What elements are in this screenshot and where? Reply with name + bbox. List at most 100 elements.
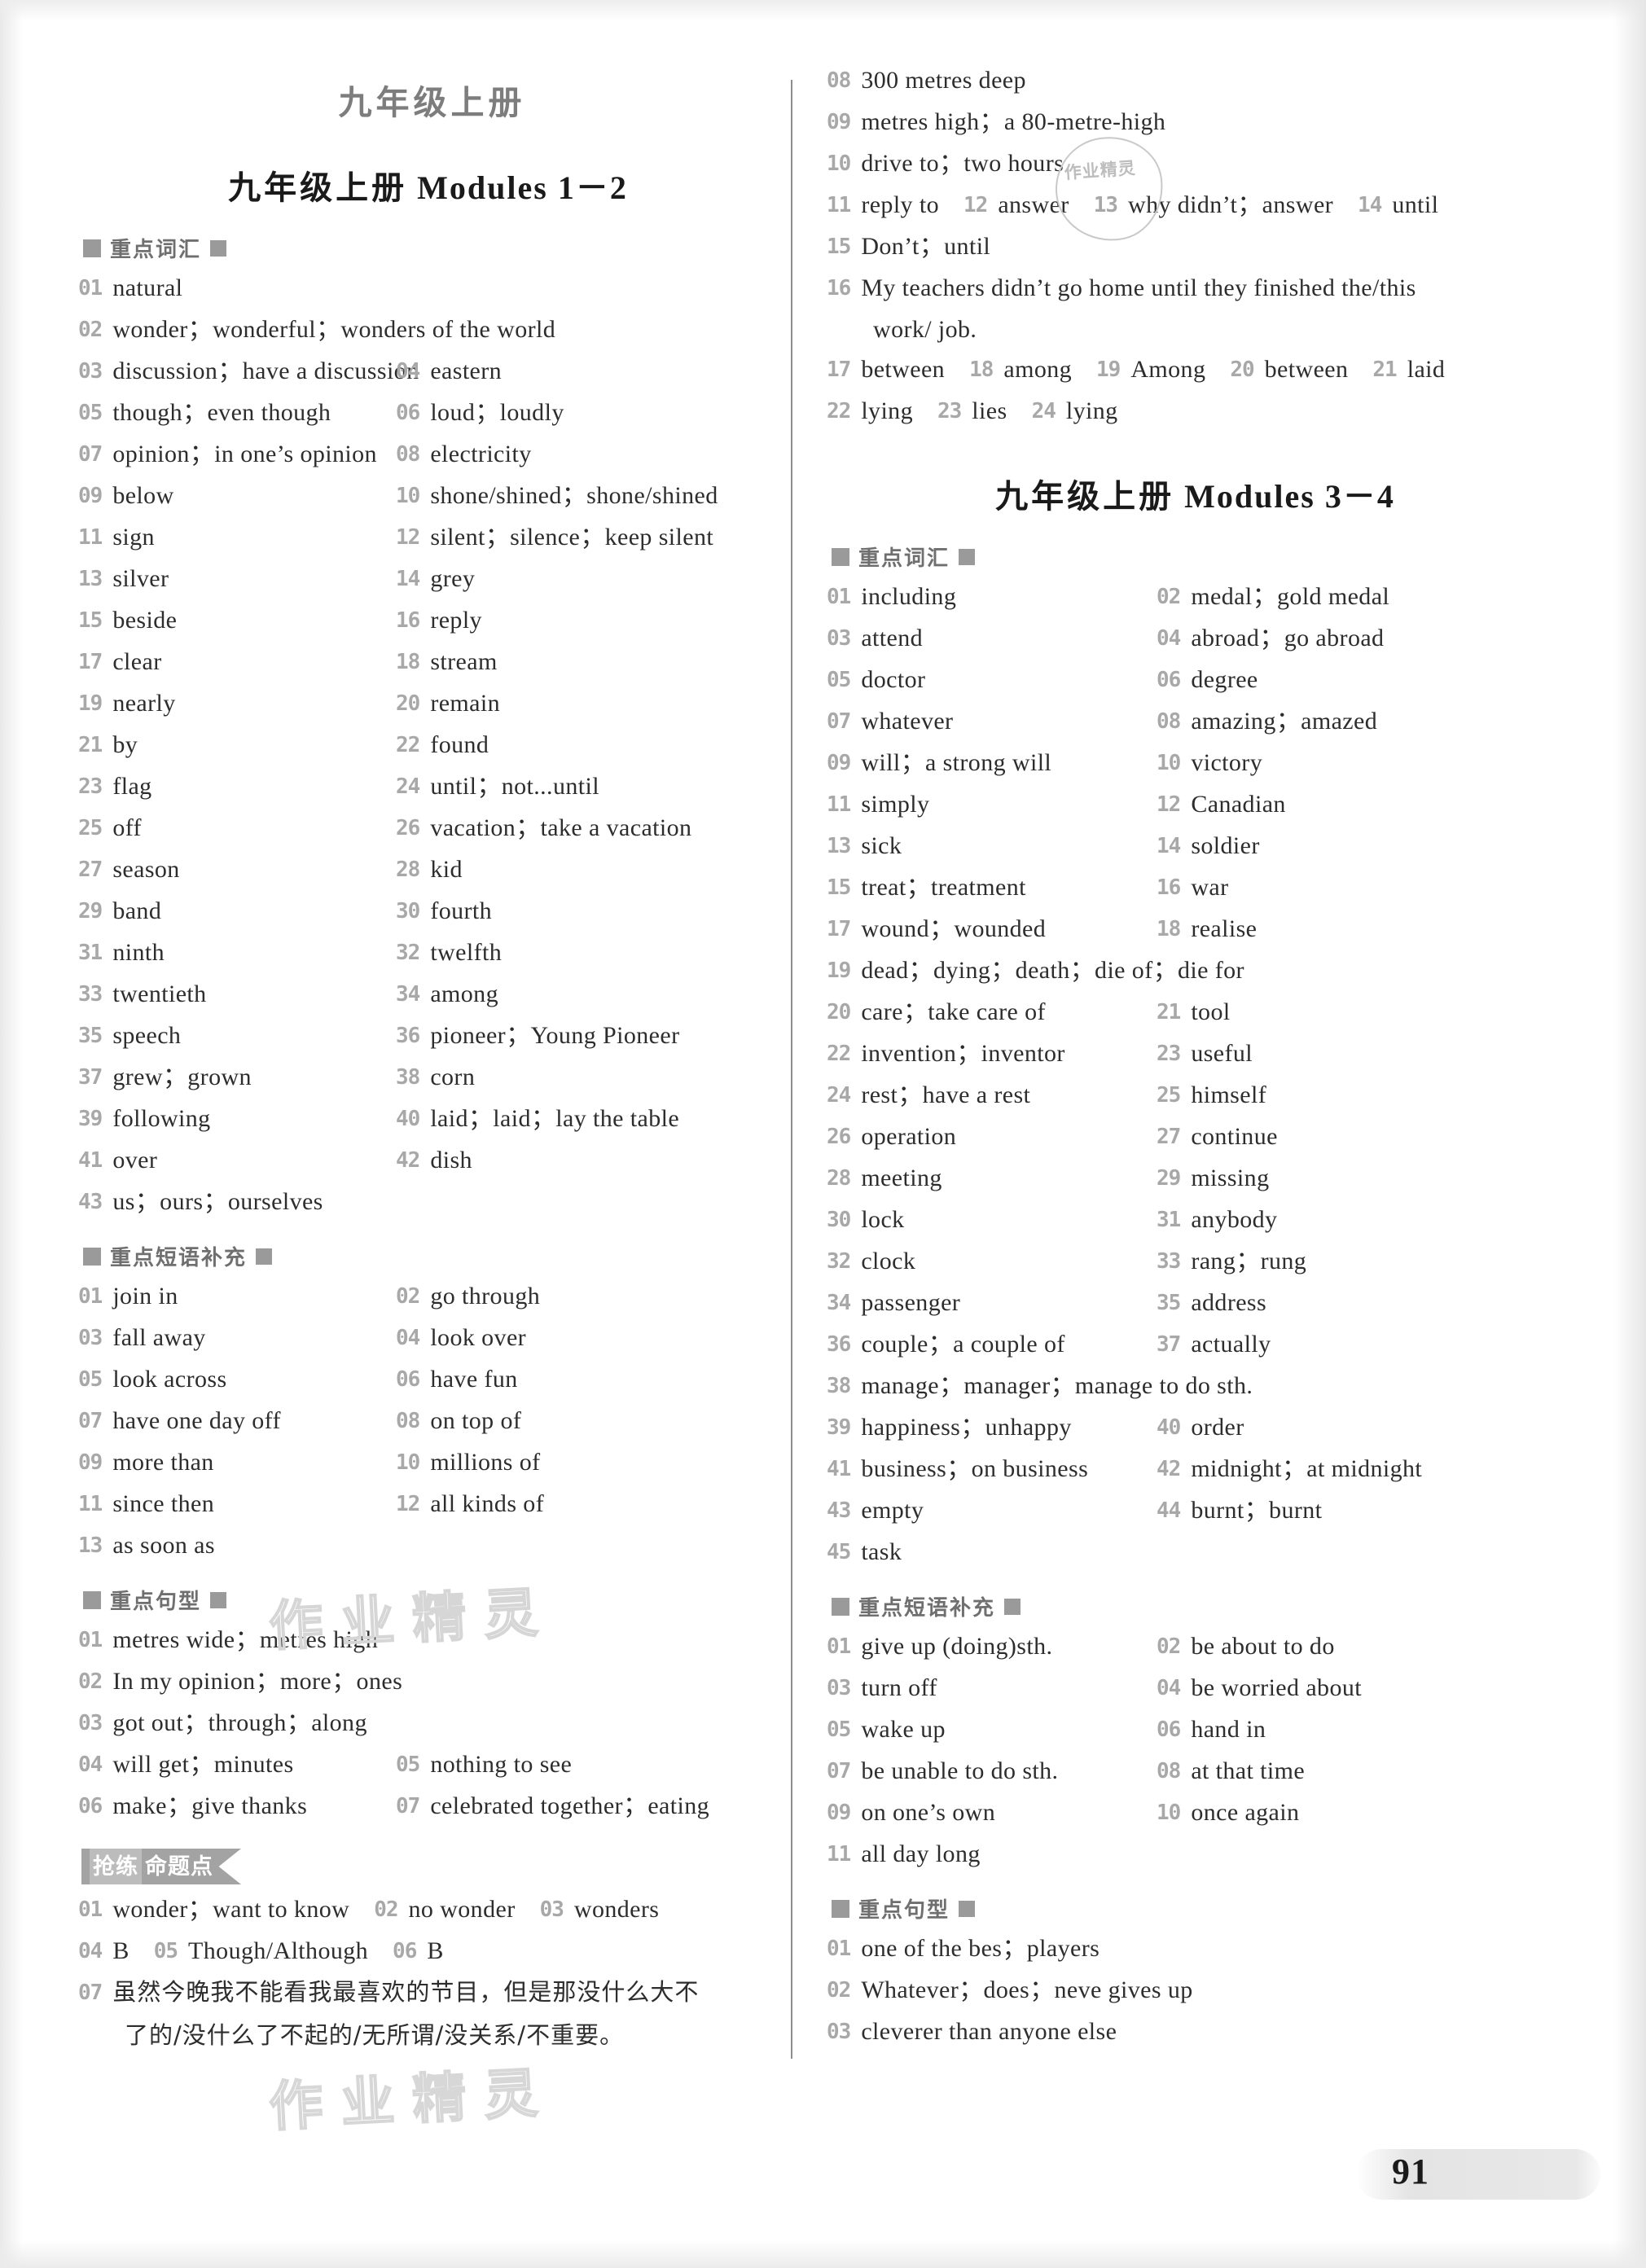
entry-cell: 18 realise <box>1157 909 1257 950</box>
entry-text: wonder；wonderful；wonders of the world <box>112 316 556 343</box>
entry-text: missing <box>1191 1165 1270 1191</box>
list-item: 11 reply to 12 answer 13 why didn’t；answer 14 u… <box>827 185 1539 226</box>
entry-number: 37 <box>1157 1332 1181 1357</box>
entry-text: B <box>427 1937 444 1964</box>
entry-text: amazing；amazed <box>1191 708 1378 735</box>
entry-number: 08 <box>1157 1759 1181 1783</box>
entry-number: 01 <box>78 1897 103 1922</box>
entry-text: B <box>112 1937 129 1964</box>
entry-text: loud；loudly <box>430 399 564 426</box>
entry-number: 11 <box>827 193 851 217</box>
section-label: 重点短语补充 <box>858 1596 996 1621</box>
page-edge-top <box>0 0 1646 21</box>
entry-cell: 08 300 metres deep <box>827 60 1026 102</box>
entry-number: 11 <box>78 1492 103 1516</box>
entry-number: 01 <box>827 1937 851 1961</box>
entry-number: 07 <box>827 1759 851 1783</box>
entry-number: 21 <box>1372 358 1397 382</box>
entry-number: 03 <box>78 1711 103 1735</box>
entry-number: 42 <box>1157 1457 1181 1481</box>
entry-text: empty <box>861 1497 924 1524</box>
entry-cell: 04 be worried about <box>1157 1668 1362 1709</box>
entry-number: 07 <box>78 442 103 467</box>
entry-number: 36 <box>827 1332 851 1357</box>
list-item: 43 empty 44 burnt；burnt <box>827 1490 1539 1532</box>
entry-cell: 19 dead；dying；death；die of；die for <box>827 950 1244 992</box>
entry-number: 04 <box>78 1753 103 1777</box>
entry-cell: 02 wonder；wonderful；wonders of the world <box>78 309 555 351</box>
answer-chinese-left: 07 虽然今晚我不能看我最喜欢的节目，但是那没什么大不 了的/没什么了不起的/无所谓… <box>78 1972 753 2056</box>
entry-number: 26 <box>827 1125 851 1149</box>
square-bullet-icon <box>83 1590 101 1609</box>
entry-cell: 12 all kinds of <box>396 1484 544 1525</box>
entry-cell: 22 lying <box>827 391 913 432</box>
entry-cell: 05 look across <box>78 1359 396 1401</box>
entry-text: between <box>1264 356 1349 383</box>
sentence-list-right: 01 one of the bes；players 02 Whatever；does；… <box>827 1928 1539 2053</box>
entry-number: 01 <box>827 585 851 609</box>
entry-text: laid <box>1407 356 1446 383</box>
module-title-en: Modules 3－4 <box>1184 478 1395 515</box>
entry-text: victory <box>1191 749 1263 776</box>
section-header-vocab-right: 重点词汇 <box>832 542 1539 572</box>
entry-cell: 20 remain <box>396 683 500 725</box>
entry-number: 03 <box>539 1897 564 1922</box>
entry-cell: 17 clear <box>78 642 396 683</box>
entry-text: have one day off <box>112 1407 281 1434</box>
entry-number: 06 <box>1157 668 1181 692</box>
entry-text: between <box>861 356 946 383</box>
entry-cell: 38 corn <box>396 1057 475 1099</box>
entry-text: silent；silence；keep silent <box>430 524 714 551</box>
entry-cell: 09 metres high；a 80-metre-high <box>827 102 1165 143</box>
list-item: 43 us；ours；ourselves <box>78 1182 753 1223</box>
entry-text: more than <box>112 1449 214 1476</box>
entry-cell: 05 nothing to see <box>396 1744 572 1786</box>
entry-cell: 01 join in <box>78 1276 396 1318</box>
entry-number: 18 <box>396 650 420 674</box>
entry-cell: 19 Among <box>1096 349 1205 391</box>
list-item: 17 between 18 among 19 Among 20 between 21 laid <box>827 349 1539 391</box>
list-item: 07 whatever 08 amazing；amazed <box>827 701 1539 743</box>
entry-number: 04 <box>1157 1676 1181 1700</box>
entry-text: abroad；go abroad <box>1191 625 1385 651</box>
entry-number: 35 <box>1157 1291 1181 1315</box>
list-item: 01 natural <box>78 268 753 309</box>
entry-text: actually <box>1191 1331 1271 1358</box>
exam-point-badge: 抢练 命题点 <box>81 1849 241 1884</box>
entry-number: 15 <box>827 235 851 259</box>
list-item: 11 since then 12 all kinds of <box>78 1484 753 1525</box>
entry-text: task <box>861 1538 902 1565</box>
entry-text: ninth <box>112 939 165 966</box>
entry-cell: 07 celebrated together；eating <box>396 1786 709 1827</box>
entry-cell: 05 wake up <box>827 1709 1157 1751</box>
entry-number: 29 <box>1157 1166 1181 1191</box>
list-item: 24 rest；have a rest 25 himself <box>827 1075 1539 1116</box>
entry-number: 04 <box>1157 626 1181 651</box>
list-item: 25 off 26 vacation；take a vacation <box>78 808 753 849</box>
entry-number: 17 <box>827 358 851 382</box>
entry-cell: 43 empty <box>827 1490 1157 1532</box>
continued-list-right: 08 300 metres deep 09 metres high；a 80-metr… <box>827 60 1539 185</box>
entry-cell: 13 why didn’t；answer <box>1094 185 1333 226</box>
entry-number: 01 <box>78 276 103 300</box>
vocab-list-right: 01 including 02 medal；gold medal 03 attend 04 a… <box>827 577 1539 1573</box>
list-item: 13 as soon as <box>78 1525 753 1567</box>
entry-number: 19 <box>1096 358 1121 382</box>
entry-cell: 09 below <box>78 476 396 517</box>
list-item: 05 look across 06 have fun <box>78 1359 753 1401</box>
list-item: 15 treat；treatment 16 war <box>827 867 1539 909</box>
entry-cell: 04 look over <box>396 1318 526 1359</box>
entry-text: twelfth <box>430 939 503 966</box>
textbook-page: 九年级上册 九年级上册 Modules 1－2 重点词汇 01 natural 02… <box>0 0 1646 2268</box>
entry-text: look over <box>430 1324 527 1351</box>
entry-cell: 14 soldier <box>1157 826 1260 867</box>
entry-number: 03 <box>827 626 851 651</box>
entry-number: 03 <box>78 359 103 384</box>
entry-number: 31 <box>1157 1208 1181 1232</box>
entry-text: kid <box>430 856 463 883</box>
entry-cell: 12 answer <box>963 185 1069 226</box>
entry-text: clear <box>112 648 162 675</box>
entry-cell: 29 missing <box>1157 1158 1269 1200</box>
entry-cell: 43 us；ours；ourselves <box>78 1182 323 1223</box>
entry-number: 44 <box>1157 1498 1181 1523</box>
